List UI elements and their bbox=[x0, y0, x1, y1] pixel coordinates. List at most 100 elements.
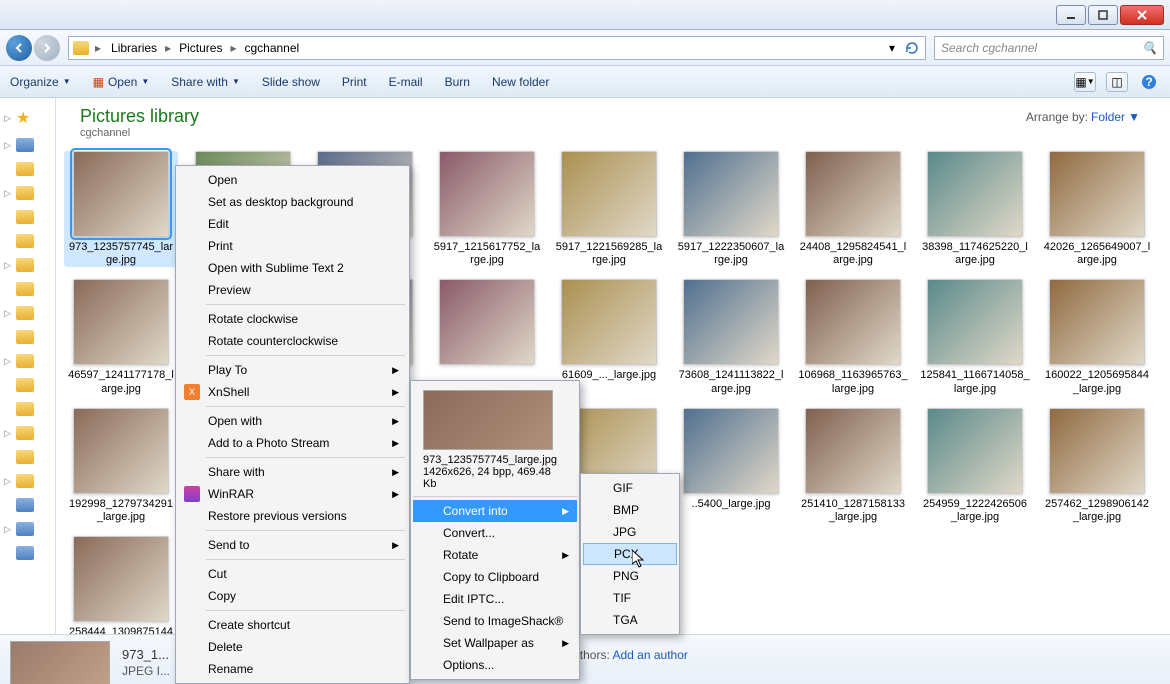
context-menu-item[interactable]: Rotate clockwise bbox=[178, 308, 407, 330]
thumbnail-item[interactable]: 125841_1166714058_large.jpg bbox=[918, 279, 1032, 395]
newfolder-button[interactable]: New folder bbox=[492, 75, 549, 89]
context-menu-item[interactable]: Restore previous versions bbox=[178, 505, 407, 527]
tree-folder[interactable]: ▷ bbox=[4, 256, 51, 274]
context-menu-item[interactable]: Play To▶ bbox=[178, 359, 407, 381]
forward-button[interactable] bbox=[34, 35, 60, 61]
context-menu[interactable]: OpenSet as desktop backgroundEditPrintOp… bbox=[175, 165, 410, 684]
breadcrumb-segment[interactable]: cgchannel bbox=[240, 39, 303, 57]
context-menu-item[interactable]: WinRAR▶ bbox=[178, 483, 407, 505]
tree-folder[interactable]: ▷ bbox=[4, 184, 51, 202]
tree-folder[interactable] bbox=[4, 160, 51, 178]
context-menu-item[interactable]: Open with▶ bbox=[178, 410, 407, 432]
thumbnail-item[interactable]: 61609_..._large.jpg bbox=[552, 279, 666, 395]
navigation-pane[interactable]: ▷★ ▷ ▷ ▷ ▷ ▷ ▷ ▷ ▷ bbox=[0, 98, 56, 634]
tree-folder[interactable]: ▷ bbox=[4, 352, 51, 370]
tree-folder[interactable] bbox=[4, 208, 51, 226]
dropdown-icon[interactable]: ▾ bbox=[883, 39, 901, 57]
thumbnail-item[interactable]: 160022_1205695844_large.jpg bbox=[1040, 279, 1154, 395]
context-menu-item[interactable]: Print bbox=[178, 235, 407, 257]
context-menu-item[interactable]: Send to▶ bbox=[178, 534, 407, 556]
tree-folder[interactable] bbox=[4, 280, 51, 298]
slideshow-button[interactable]: Slide show bbox=[262, 75, 320, 89]
thumbnail-item[interactable] bbox=[430, 279, 544, 395]
thumbnail-item[interactable]: 192998_1279734291_large.jpg bbox=[64, 408, 178, 524]
thumbnail-item[interactable]: 254959_1222426506_large.jpg bbox=[918, 408, 1032, 524]
email-button[interactable]: E-mail bbox=[389, 75, 423, 89]
breadcrumb-segment[interactable]: Pictures bbox=[175, 39, 226, 57]
submenu-item[interactable]: Send to ImageShack® bbox=[413, 610, 577, 632]
open-menu[interactable]: ▦ Open ▼ bbox=[93, 75, 150, 89]
submenu-item[interactable]: Rotate▶ bbox=[413, 544, 577, 566]
tree-folder[interactable] bbox=[4, 328, 51, 346]
thumbnail-item[interactable]: 38398_1174625220_large.jpg bbox=[918, 151, 1032, 267]
share-menu[interactable]: Share with ▼ bbox=[171, 75, 240, 89]
refresh-icon[interactable] bbox=[903, 39, 921, 57]
context-menu-item[interactable]: XXnShell▶ bbox=[178, 381, 407, 403]
organize-menu[interactable]: Organize ▼ bbox=[10, 75, 71, 89]
help-icon[interactable]: ? bbox=[1138, 72, 1160, 92]
address-bar[interactable]: ▸ Libraries▸ Pictures▸ cgchannel ▾ bbox=[68, 36, 926, 60]
minimize-button[interactable] bbox=[1056, 5, 1086, 25]
tree-folder[interactable]: ▷ bbox=[4, 304, 51, 322]
libraries-node[interactable]: ▷ bbox=[4, 136, 51, 154]
tree-folder[interactable]: ▷ bbox=[4, 520, 51, 538]
context-menu-item[interactable]: Cut bbox=[178, 563, 407, 585]
context-menu-item[interactable]: Add to a Photo Stream▶ bbox=[178, 432, 407, 454]
thumbnail-item[interactable]: 257462_1298906142_large.jpg bbox=[1040, 408, 1154, 524]
tree-folder[interactable] bbox=[4, 496, 51, 514]
context-menu-item[interactable]: Set as desktop background bbox=[178, 191, 407, 213]
format-option[interactable]: TGA bbox=[583, 609, 677, 631]
thumbnail-item[interactable]: 251410_1287158133_large.jpg bbox=[796, 408, 910, 524]
thumbnail-item[interactable]: 42026_1265649007_large.jpg bbox=[1040, 151, 1154, 267]
format-option[interactable]: BMP bbox=[583, 499, 677, 521]
tree-folder[interactable] bbox=[4, 232, 51, 250]
tree-folder[interactable] bbox=[4, 376, 51, 394]
context-menu-item[interactable]: Delete bbox=[178, 636, 407, 658]
breadcrumb-segment[interactable]: Libraries bbox=[107, 39, 161, 57]
submenu-item[interactable]: Edit IPTC... bbox=[413, 588, 577, 610]
thumbnail-item[interactable]: ..5400_large.jpg bbox=[674, 408, 788, 524]
back-button[interactable] bbox=[6, 35, 32, 61]
submenu-item[interactable]: Convert into▶ bbox=[413, 500, 577, 522]
context-menu-item[interactable]: Rotate counterclockwise bbox=[178, 330, 407, 352]
thumbnail-item[interactable]: 24408_1295824541_large.jpg bbox=[796, 151, 910, 267]
context-menu-item[interactable]: Preview bbox=[178, 279, 407, 301]
format-option[interactable]: JPG bbox=[583, 521, 677, 543]
convert-into-submenu[interactable]: GIFBMPJPGPCXPNGTIFTGA bbox=[580, 473, 680, 635]
thumbnail-item[interactable]: 73608_1241113822_large.jpg bbox=[674, 279, 788, 395]
close-button[interactable] bbox=[1120, 5, 1164, 25]
submenu-item[interactable]: Set Wallpaper as▶ bbox=[413, 632, 577, 654]
tree-folder[interactable] bbox=[4, 448, 51, 466]
favorites-node[interactable]: ▷★ bbox=[4, 106, 51, 130]
format-option[interactable]: GIF bbox=[583, 477, 677, 499]
print-button[interactable]: Print bbox=[342, 75, 367, 89]
context-menu-item[interactable]: Open bbox=[178, 169, 407, 191]
format-option[interactable]: PCX bbox=[583, 543, 677, 565]
submenu-item[interactable]: Copy to Clipboard bbox=[413, 566, 577, 588]
context-menu-item[interactable]: Rename bbox=[178, 658, 407, 680]
format-option[interactable]: PNG bbox=[583, 565, 677, 587]
arrange-by[interactable]: Arrange by: Folder ▼ bbox=[1026, 110, 1140, 124]
thumbnail-item[interactable]: 5917_1222350607_large.jpg bbox=[674, 151, 788, 267]
context-menu-item[interactable]: Open with Sublime Text 2 bbox=[178, 257, 407, 279]
submenu-item[interactable]: Options... bbox=[413, 654, 577, 676]
tree-folder[interactable] bbox=[4, 544, 51, 562]
thumbnail-item[interactable]: 46597_1241177178_large.jpg bbox=[64, 279, 178, 395]
thumbnail-item[interactable]: 973_1235757745_large.jpg bbox=[64, 151, 178, 267]
burn-button[interactable]: Burn bbox=[445, 75, 470, 89]
add-author-link[interactable]: Add an author bbox=[613, 648, 688, 662]
tree-folder[interactable]: ▷ bbox=[4, 424, 51, 442]
thumbnail-item[interactable]: 5917_1215617752_large.jpg bbox=[430, 151, 544, 267]
context-menu-item[interactable]: Edit bbox=[178, 213, 407, 235]
context-menu-item[interactable]: Copy bbox=[178, 585, 407, 607]
thumbnail-item[interactable]: 258444_1309875144_large.jpg bbox=[64, 536, 178, 634]
context-menu-item[interactable]: Share with▶ bbox=[178, 461, 407, 483]
xnshell-submenu[interactable]: 973_1235757745_large.jpg 1426x626, 24 bp… bbox=[410, 380, 580, 680]
tree-folder[interactable] bbox=[4, 400, 51, 418]
preview-pane-button[interactable]: ◫ bbox=[1106, 72, 1128, 92]
search-input[interactable]: Search cgchannel 🔍 bbox=[934, 36, 1164, 60]
thumbnail-item[interactable]: 106968_1163965763_large.jpg bbox=[796, 279, 910, 395]
format-option[interactable]: TIF bbox=[583, 587, 677, 609]
thumbnail-item[interactable]: 5917_1221569285_large.jpg bbox=[552, 151, 666, 267]
submenu-item[interactable]: Convert... bbox=[413, 522, 577, 544]
